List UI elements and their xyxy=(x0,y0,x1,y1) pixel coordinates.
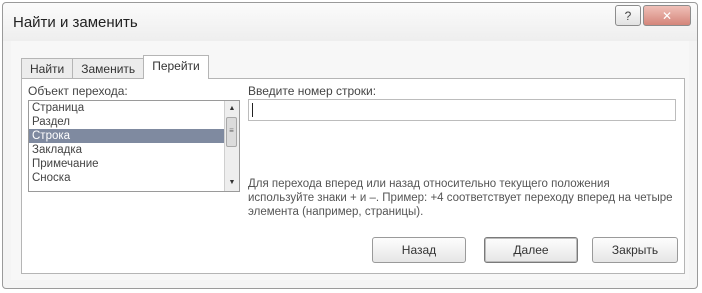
scroll-down-arrow-icon[interactable]: ▼ xyxy=(225,177,239,189)
back-button[interactable]: Назад xyxy=(372,237,466,263)
list-item-selected[interactable]: Строка xyxy=(29,129,239,143)
object-listbox[interactable]: Страница Раздел Строка Закладка Примечан… xyxy=(28,100,240,192)
next-button[interactable]: Далее xyxy=(484,237,578,263)
list-item[interactable]: Страница xyxy=(29,101,239,115)
text-caret xyxy=(252,103,253,117)
tab-replace[interactable]: Заменить xyxy=(72,58,145,79)
dialog-body: Найти Заменить Перейти Объект перехода: … xyxy=(11,41,689,280)
window-controls: ? ✕ xyxy=(615,5,691,26)
scroll-thumb[interactable]: ≡ xyxy=(226,117,237,147)
goto-hint-text: Для перехода вперед или назад относитель… xyxy=(248,178,673,218)
close-button[interactable]: Закрыть xyxy=(592,237,678,263)
line-number-input[interactable] xyxy=(248,99,676,121)
tab-find-label: Найти xyxy=(30,62,65,76)
help-icon: ? xyxy=(624,8,632,23)
tab-strip: Найти Заменить Перейти xyxy=(21,55,209,79)
scroll-up-arrow-icon[interactable]: ▲ xyxy=(225,103,239,115)
help-button[interactable]: ? xyxy=(615,5,641,26)
close-icon: ✕ xyxy=(661,8,673,23)
list-item[interactable]: Закладка xyxy=(29,143,239,157)
find-replace-dialog: Найти и заменить ? ✕ Найти Заменить Пере… xyxy=(2,2,698,289)
title-bar: Найти и заменить ? ✕ xyxy=(3,3,697,41)
dialog-title: Найти и заменить xyxy=(13,14,138,31)
list-item[interactable]: Сноска xyxy=(29,171,239,185)
tab-replace-label: Заменить xyxy=(81,62,136,76)
tab-goto-label: Перейти xyxy=(152,59,200,73)
window-close-button[interactable]: ✕ xyxy=(643,5,691,26)
listbox-scrollbar[interactable]: ▲ ≡ ▼ xyxy=(224,101,239,191)
goto-panel: Объект перехода: Страница Раздел Строка … xyxy=(21,78,685,274)
tab-find[interactable]: Найти xyxy=(21,58,74,79)
tab-goto[interactable]: Перейти xyxy=(143,55,209,79)
list-item[interactable]: Примечание xyxy=(29,157,239,171)
line-number-label: Введите номер строки: xyxy=(248,84,377,98)
list-item[interactable]: Раздел xyxy=(29,115,239,129)
object-label: Объект перехода: xyxy=(28,84,128,98)
